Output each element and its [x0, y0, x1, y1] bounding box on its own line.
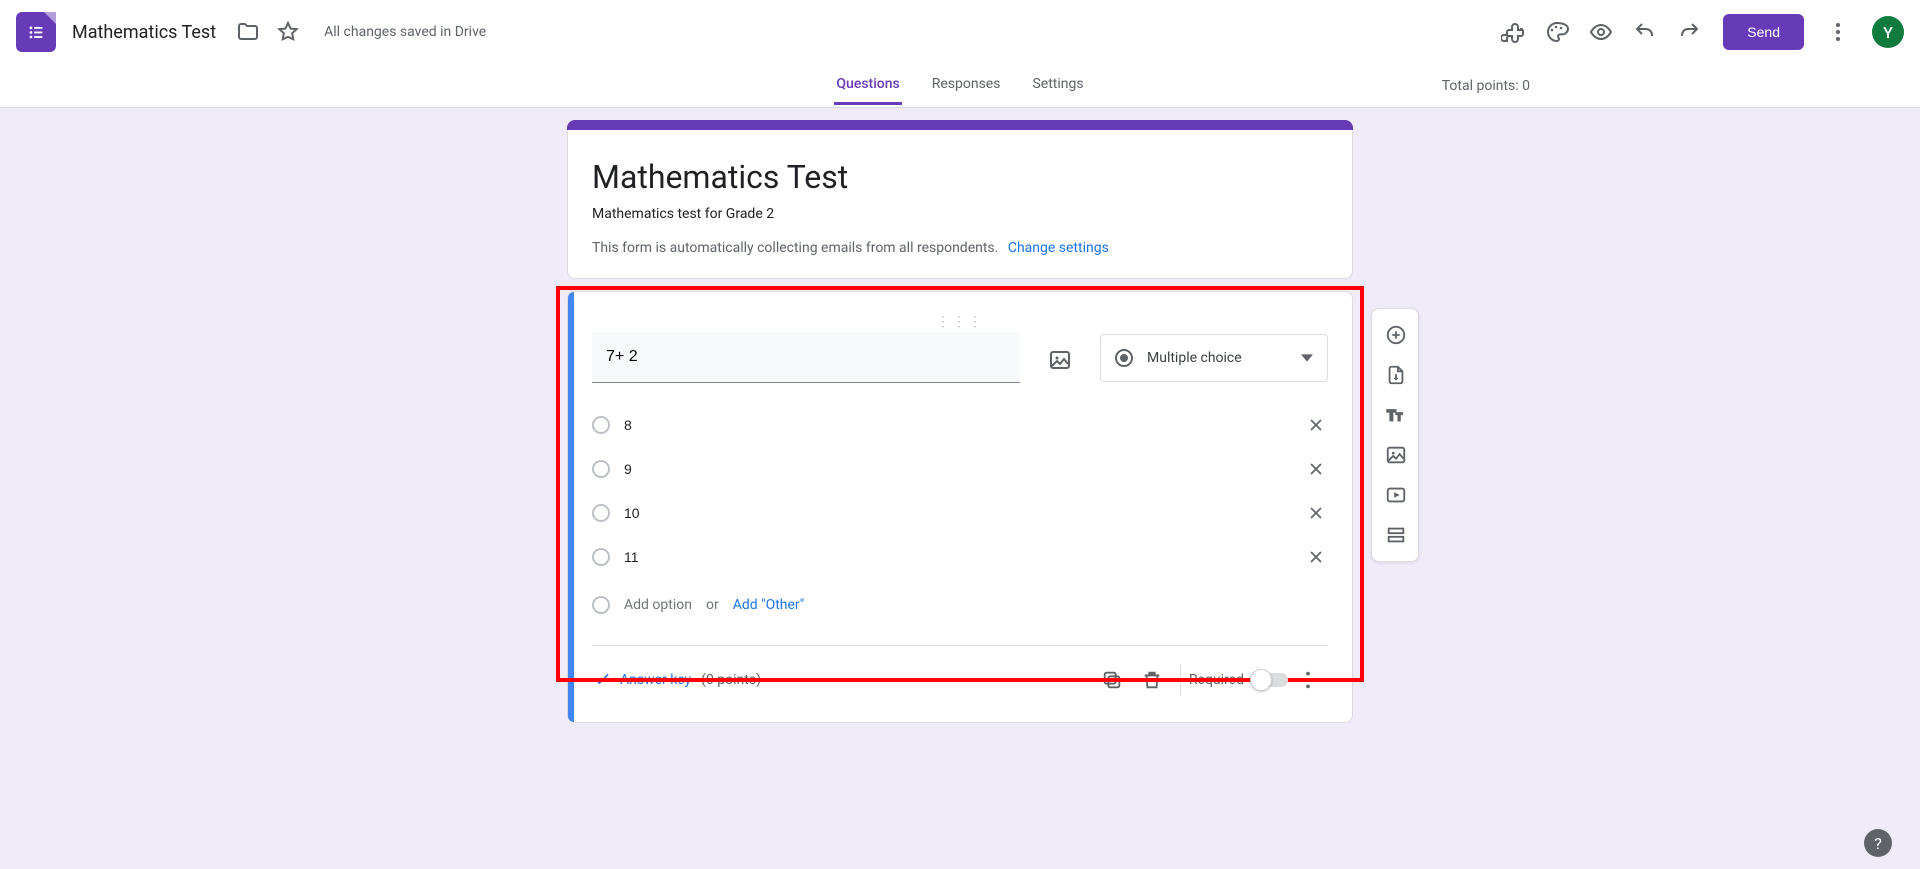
radio-option-icon: [592, 460, 610, 478]
save-status: All changes saved in Drive: [324, 24, 486, 40]
delete-icon[interactable]: [1132, 660, 1172, 700]
form-description[interactable]: Mathematics test for Grade 2: [592, 206, 1328, 222]
answer-key-label: Answer key: [620, 672, 691, 688]
radio-icon: [1115, 349, 1133, 367]
redo-icon[interactable]: [1667, 10, 1711, 54]
import-questions-icon[interactable]: [1372, 355, 1420, 395]
chevron-down-icon: [1301, 349, 1313, 368]
or-label: or: [706, 597, 719, 613]
option-row[interactable]: [592, 403, 1328, 447]
preview-icon[interactable]: [1579, 10, 1623, 54]
side-toolbar: TT: [1371, 308, 1419, 562]
radio-option-icon: [592, 416, 610, 434]
account-avatar[interactable]: Y: [1872, 16, 1904, 48]
radio-option-icon: [592, 596, 610, 614]
radio-option-icon: [592, 504, 610, 522]
document-title[interactable]: Mathematics Test: [72, 22, 216, 43]
addons-icon[interactable]: [1491, 10, 1535, 54]
points-label: (0 points): [701, 672, 761, 688]
add-image-icon[interactable]: [1372, 435, 1420, 475]
option-input[interactable]: [624, 499, 1290, 527]
add-other-button[interactable]: Add "Other": [733, 597, 805, 613]
answer-key-button[interactable]: Answer key: [592, 670, 691, 690]
remove-option-icon[interactable]: [1304, 457, 1328, 481]
change-settings-link[interactable]: Change settings: [1008, 240, 1109, 256]
form-title[interactable]: Mathematics Test: [592, 158, 1328, 196]
add-image-icon[interactable]: [1038, 338, 1082, 382]
question-type-select[interactable]: Multiple choice: [1100, 334, 1328, 382]
email-collect-notice: This form is automatically collecting em…: [592, 240, 998, 256]
question-type-label: Multiple choice: [1147, 350, 1287, 366]
form-header-card[interactable]: Mathematics Test Mathematics test for Gr…: [567, 130, 1353, 279]
remove-option-icon[interactable]: [1304, 413, 1328, 437]
undo-icon[interactable]: [1623, 10, 1667, 54]
help-icon[interactable]: ?: [1864, 829, 1892, 857]
duplicate-icon[interactable]: [1092, 660, 1132, 700]
question-title-input[interactable]: [592, 332, 1020, 383]
option-input[interactable]: [624, 455, 1290, 483]
required-label: Required: [1189, 672, 1244, 688]
total-points: Total points: 0: [1442, 64, 1530, 108]
tab-responses[interactable]: Responses: [930, 66, 1003, 105]
question-card[interactable]: ⋮⋮⋮ Multiple choice: [567, 291, 1353, 723]
add-option-button[interactable]: Add option: [624, 597, 692, 613]
option-input[interactable]: [624, 543, 1290, 571]
customize-theme-icon[interactable]: [1535, 10, 1579, 54]
option-row[interactable]: [592, 535, 1328, 579]
radio-option-icon: [592, 548, 610, 566]
tab-questions[interactable]: Questions: [834, 66, 901, 105]
drag-handle-icon[interactable]: ⋮⋮⋮: [592, 314, 1328, 332]
add-section-icon[interactable]: [1372, 515, 1420, 555]
send-button[interactable]: Send: [1723, 14, 1804, 50]
divider: [1180, 664, 1181, 696]
star-icon[interactable]: [276, 20, 300, 44]
remove-option-icon[interactable]: [1304, 545, 1328, 569]
tab-settings[interactable]: Settings: [1030, 66, 1085, 105]
add-question-icon[interactable]: [1372, 315, 1420, 355]
option-row[interactable]: [592, 491, 1328, 535]
active-indicator: [568, 292, 574, 722]
svg-text:T: T: [1396, 413, 1403, 424]
add-video-icon[interactable]: [1372, 475, 1420, 515]
move-to-folder-icon[interactable]: [236, 20, 260, 44]
question-more-icon[interactable]: [1288, 660, 1328, 700]
more-menu-icon[interactable]: [1816, 10, 1860, 54]
svg-text:T: T: [1387, 407, 1396, 425]
required-toggle[interactable]: [1252, 673, 1288, 687]
option-input[interactable]: [624, 411, 1290, 439]
option-row[interactable]: [592, 447, 1328, 491]
remove-option-icon[interactable]: [1304, 501, 1328, 525]
forms-app-icon[interactable]: [16, 12, 56, 52]
add-title-icon[interactable]: TT: [1372, 395, 1420, 435]
